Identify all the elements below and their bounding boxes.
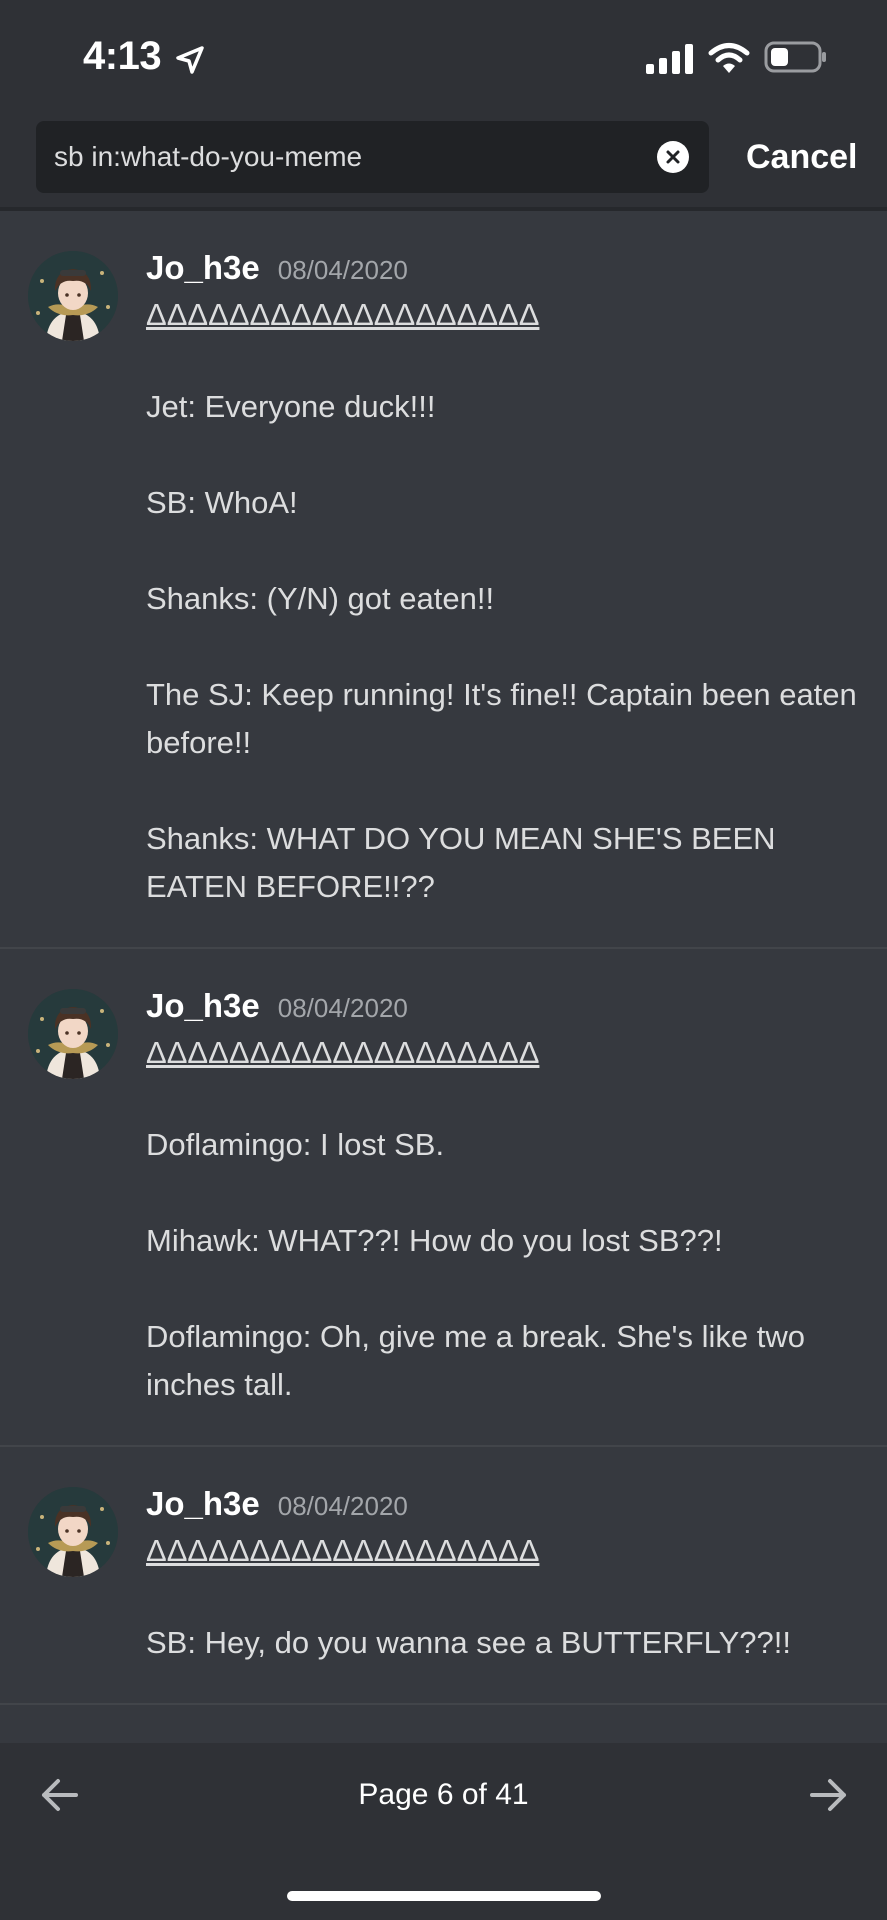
search-results-list[interactable]: Jo_h3e 08/04/2020 ΔΔΔΔΔΔΔΔΔΔΔΔΔΔΔΔΔΔΔ Jet: …: [0, 211, 887, 1743]
location-arrow-icon: [176, 46, 204, 74]
author-name[interactable]: Jo_h3e: [146, 987, 260, 1025]
avatar[interactable]: [28, 251, 118, 341]
cellular-signal-icon: [646, 44, 693, 74]
message-text-line: Shanks: (Y/N) got eaten!!: [146, 581, 495, 616]
search-results-screen: 4:13 sb in:what-do-you-meme Cancel Jo_h3…: [0, 0, 887, 1920]
close-icon: [666, 150, 680, 164]
message-header-line: ΔΔΔΔΔΔΔΔΔΔΔΔΔΔΔΔΔΔΔ: [146, 1035, 540, 1070]
message-text-line: Doflamingo: I lost SB.: [146, 1127, 445, 1162]
avatar-illustration: [28, 989, 118, 1079]
battery-icon: [764, 41, 826, 73]
message-text-line: SB: WhoA!: [146, 485, 298, 520]
next-page-arrow-icon[interactable]: [806, 1773, 850, 1817]
home-indicator: [287, 1891, 601, 1901]
author-name[interactable]: Jo_h3e: [146, 1485, 260, 1523]
message-header-line: ΔΔΔΔΔΔΔΔΔΔΔΔΔΔΔΔΔΔΔ: [146, 297, 540, 332]
author-name[interactable]: Jo_h3e: [146, 249, 260, 287]
avatar-illustration: [28, 251, 118, 341]
message-header: Jo_h3e 08/04/2020: [146, 987, 863, 1031]
search-query[interactable]: sb in:what-do-you-meme: [54, 121, 362, 193]
message-timestamp: 08/04/2020: [277, 1491, 408, 1521]
avatar[interactable]: [28, 1487, 118, 1577]
search-result-message[interactable]: Jo_h3e 08/04/2020 ΔΔΔΔΔΔΔΔΔΔΔΔΔΔΔΔΔΔΔ Jet: …: [0, 211, 887, 949]
message-text-line: The SJ: Keep running! It's fine!! Captai…: [146, 677, 857, 760]
message-header-line: ΔΔΔΔΔΔΔΔΔΔΔΔΔΔΔΔΔΔΔ: [146, 1533, 540, 1568]
message-timestamp: 08/04/2020: [277, 993, 408, 1023]
search-result-message[interactable]: Jo_h3e 08/04/2020 ΔΔΔΔΔΔΔΔΔΔΔΔΔΔΔΔΔΔΔ Dofla…: [0, 949, 887, 1447]
status-bar: 4:13: [0, 0, 887, 115]
message-text-line: Jet: Everyone duck!!!: [146, 389, 436, 424]
wifi-icon: [708, 43, 750, 73]
message-text-line: Doflamingo: Oh, give me a break. She's l…: [146, 1319, 805, 1402]
page-indicator: Page 6 of 41: [358, 1778, 529, 1811]
avatar[interactable]: [28, 989, 118, 1079]
message-text-line: Shanks: WHAT DO YOU MEAN SHE'S BEEN EATE…: [146, 821, 776, 904]
message-text-line: SB: Hey, do you wanna see a BUTTERFLY??!…: [146, 1625, 791, 1660]
message-text-line: Mihawk: WHAT??! How do you lost SB??!: [146, 1223, 723, 1258]
search-header: sb in:what-do-you-meme Cancel: [0, 115, 887, 211]
clear-search-button[interactable]: [657, 141, 689, 173]
search-result-message[interactable]: Jo_h3e 08/04/2020 ΔΔΔΔΔΔΔΔΔΔΔΔΔΔΔΔΔΔΔ SB: H…: [0, 1447, 887, 1705]
message-timestamp: 08/04/2020: [277, 255, 408, 285]
message-header: Jo_h3e 08/04/2020: [146, 249, 863, 293]
cancel-button[interactable]: Cancel: [746, 115, 858, 199]
status-time: 4:13: [83, 34, 162, 78]
search-input[interactable]: sb in:what-do-you-meme: [36, 121, 709, 193]
message-header: Jo_h3e 08/04/2020: [146, 1485, 863, 1529]
avatar-illustration: [28, 1487, 118, 1577]
